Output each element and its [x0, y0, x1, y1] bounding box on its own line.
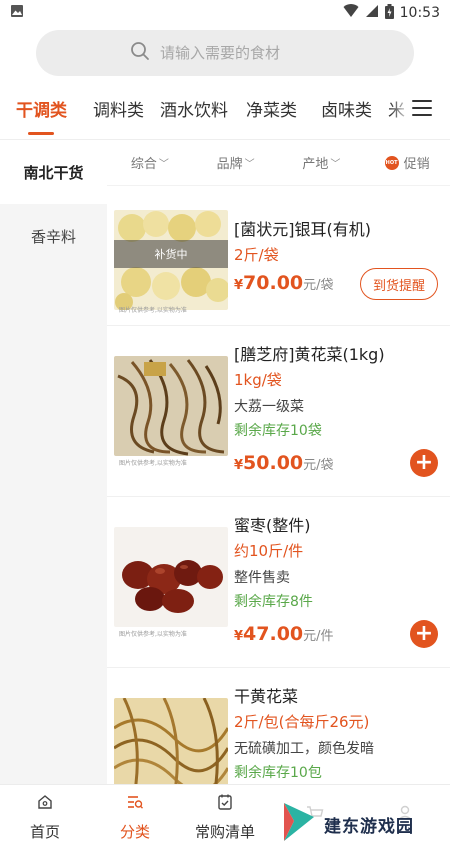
search-input[interactable]	[160, 44, 320, 62]
product-price: ¥50.00元/袋	[234, 452, 334, 474]
product-desc: 大荔一级菜	[234, 399, 304, 415]
product-desc: 整件售卖	[234, 570, 290, 586]
price-amount: 50.00	[243, 452, 304, 474]
image-disclaimer: 图片仅供参考,以实物为准	[119, 307, 187, 314]
tab-tiaoliao[interactable]: 调料类	[93, 96, 144, 121]
price-unit: 元/袋	[303, 458, 334, 473]
nav-label: 常购清单	[194, 823, 255, 841]
filter-promotion[interactable]: HOT 促销	[364, 153, 450, 172]
wifi-icon	[343, 4, 359, 22]
filter-label: 品牌	[216, 157, 243, 172]
category-tabs: 干调类 调料类 酒水饮料 净菜类 卤味类 米	[0, 88, 450, 140]
arrival-notify-button[interactable]: 到货提醒	[360, 268, 438, 300]
filter-label: 产地	[302, 157, 329, 172]
price-amount: 47.00	[243, 623, 304, 645]
tab-jiushui-yinliao[interactable]: 酒水饮料	[160, 96, 228, 121]
nav-category[interactable]: 分类	[90, 785, 180, 850]
search-bar[interactable]	[36, 30, 414, 76]
add-to-cart-button[interactable]: +	[410, 449, 438, 477]
sidebar: 南北干货 香辛料	[0, 140, 107, 784]
product-card[interactable]: 干黄花菜 2斤/包(合每斤26元) 无硫磺加工，颜色发暗 剩余库存10包	[107, 668, 450, 784]
price-unit: 元/件	[303, 629, 334, 644]
battery-icon	[384, 3, 394, 23]
category-icon	[126, 793, 144, 815]
filter-bar: 综合 ﹀ 品牌 ﹀ 产地 ﹀ HOT 促销	[107, 140, 450, 186]
nav-label: 分类	[119, 823, 150, 841]
product-card[interactable]: 补货中 图片仅供参考,以实物为准 [菌状元]银耳(有机) 2斤/袋 ¥70.00…	[107, 188, 450, 326]
gallery-icon	[10, 4, 24, 22]
filter-label: 促销	[403, 157, 430, 172]
watermark: 建东游戏园	[282, 800, 450, 848]
product-image[interactable]	[114, 527, 228, 627]
hot-icon: HOT	[384, 155, 399, 170]
product-desc: 无硫磺加工，颜色发暗	[234, 741, 374, 757]
home-icon	[36, 793, 54, 815]
product-price: ¥47.00元/件	[234, 623, 334, 645]
nav-frequent-list[interactable]: 常购清单	[180, 785, 270, 850]
status-indicators: 10:53	[343, 3, 440, 23]
product-image[interactable]	[114, 698, 228, 784]
currency-symbol: ¥	[234, 629, 244, 644]
product-image[interactable]: 补货中	[114, 210, 228, 310]
product-image[interactable]	[114, 356, 228, 456]
status-bar: 10:53	[0, 0, 450, 26]
filter-sort-overall[interactable]: 综合 ﹀	[107, 153, 193, 172]
product-title[interactable]: [膳芝府]黄花菜(1kg)	[234, 341, 385, 365]
list-icon	[216, 793, 234, 815]
product-spec: 1kg/袋	[234, 371, 282, 389]
image-disclaimer: 图片仅供参考,以实物为准	[119, 460, 187, 467]
nav-home[interactable]: 首页	[0, 785, 90, 850]
product-title[interactable]: 干黄花菜	[234, 683, 298, 707]
sidebar-item-nanbei-ganhuo[interactable]: 南北干货	[0, 140, 107, 204]
product-spec: 约10斤/件	[234, 542, 304, 560]
menu-icon[interactable]	[412, 100, 432, 118]
watermark-text: 建东游戏园	[324, 816, 414, 837]
filter-origin[interactable]: 产地 ﹀	[279, 153, 365, 172]
chevron-down-icon: ﹀	[244, 159, 255, 170]
price-amount: 70.00	[243, 272, 304, 294]
product-spec: 2斤/袋	[234, 246, 279, 264]
image-disclaimer: 图片仅供参考,以实物为准	[119, 631, 187, 638]
product-list: 补货中 图片仅供参考,以实物为准 [菌状元]银耳(有机) 2斤/袋 ¥70.00…	[107, 188, 450, 784]
tab-jingcai[interactable]: 净菜类	[246, 96, 297, 121]
product-stock: 剩余库存8件	[234, 594, 313, 610]
product-price: ¥70.00元/袋	[234, 272, 334, 294]
sidebar-item-xiangxinliao[interactable]: 香辛料	[0, 204, 107, 268]
product-title[interactable]: 蜜枣(整件)	[234, 512, 311, 536]
product-card[interactable]: 图片仅供参考,以实物为准 [膳芝府]黄花菜(1kg) 1kg/袋 大荔一级菜 剩…	[107, 326, 450, 497]
currency-symbol: ¥	[234, 278, 244, 293]
filter-brand[interactable]: 品牌 ﹀	[193, 153, 279, 172]
product-stock: 剩余库存10包	[234, 765, 322, 781]
app-screen: 10:53 干调类 调料类 酒水饮料 净菜类 卤味类 米 南北干货 香辛料 综合…	[0, 0, 450, 850]
chevron-down-icon: ﹀	[158, 159, 169, 170]
filter-label: 综合	[130, 157, 157, 172]
product-spec: 2斤/包(合每斤26元)	[234, 713, 370, 731]
watermark-logo-icon	[282, 801, 316, 847]
nav-label: 首页	[29, 823, 60, 841]
chevron-down-icon: ﹀	[330, 159, 341, 170]
signal-icon	[365, 4, 379, 22]
product-card[interactable]: 图片仅供参考,以实物为准 蜜枣(整件) 约10斤/件 整件售卖 剩余库存8件 ¥…	[107, 497, 450, 668]
tab-gandiao[interactable]: 干调类	[16, 96, 67, 121]
add-to-cart-button[interactable]: +	[410, 620, 438, 648]
product-title[interactable]: [菌状元]银耳(有机)	[234, 216, 371, 240]
product-stock: 剩余库存10袋	[234, 423, 322, 439]
active-tab-indicator	[28, 132, 54, 135]
currency-symbol: ¥	[234, 458, 244, 473]
price-unit: 元/袋	[303, 278, 334, 293]
tab-luwei[interactable]: 卤味类	[321, 96, 372, 121]
search-icon	[130, 41, 150, 65]
restock-overlay: 补货中	[114, 240, 228, 268]
clock: 10:53	[399, 5, 440, 21]
